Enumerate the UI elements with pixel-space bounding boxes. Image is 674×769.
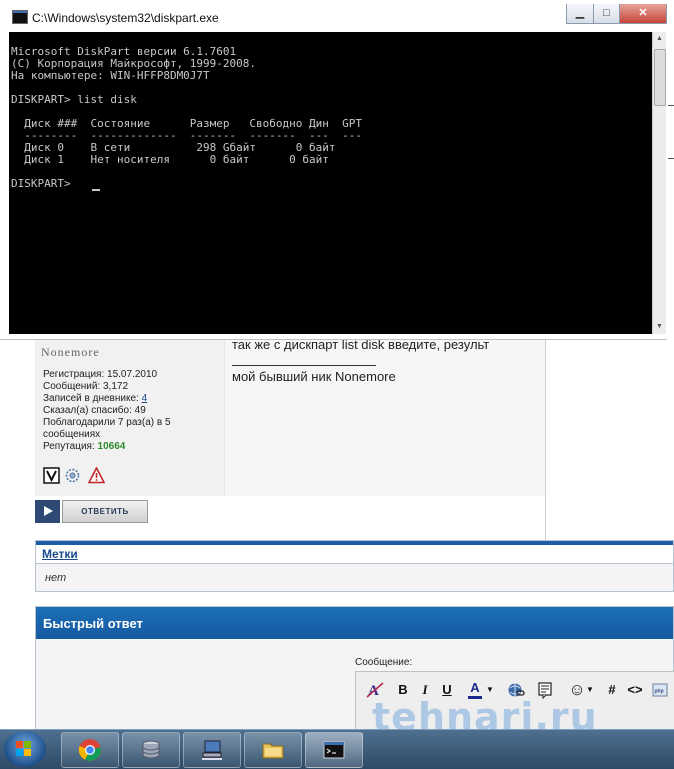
stat-thanks-given: Сказал(а) спасибо: 49	[43, 405, 146, 416]
folder-icon	[262, 743, 284, 759]
console-line: DISKPART> list disk	[11, 93, 137, 106]
user-nickname[interactable]: Nonemore	[41, 345, 100, 360]
taskbar	[0, 729, 674, 769]
chrome-icon	[78, 739, 101, 761]
database-icon	[142, 740, 160, 759]
stat-reputation: Репутация: 10664	[43, 441, 126, 452]
v-badge-icon[interactable]	[43, 467, 60, 484]
taskbar-explorer[interactable]	[244, 732, 302, 768]
edge-mark	[668, 158, 674, 159]
gear-spin-icon[interactable]	[64, 467, 81, 484]
scroll-up-icon[interactable]: ▲	[653, 32, 666, 46]
text-cursor	[92, 189, 100, 191]
maximize-button[interactable]: □	[593, 4, 620, 24]
stat-thanked-posts: сообщениях	[43, 429, 101, 440]
close-button[interactable]: ✕	[619, 4, 667, 24]
window-title: C:\Windows\system32\diskpart.exe	[32, 11, 219, 25]
console-line: На компьютере: WIN-HFFP8DM0J7T	[11, 69, 210, 82]
scroll-down-icon[interactable]: ▼	[653, 320, 666, 334]
scroll-thumb[interactable]	[654, 49, 666, 106]
tags-section: Метки нет	[35, 540, 674, 592]
window-frame-bottom	[0, 334, 667, 340]
quick-reply-title: Быстрый ответ	[43, 616, 143, 631]
code-hash-button[interactable]: #	[606, 680, 618, 700]
diary-count-link[interactable]: 4	[142, 393, 148, 404]
console-scrollbar[interactable]: ▲ ▼	[652, 32, 666, 334]
diskpart-window[interactable]: C:\Windows\system32\diskpart.exe ▁ □ ✕ M…	[0, 0, 667, 340]
taskbar-chrome[interactable]	[61, 732, 119, 768]
window-titlebar[interactable]: C:\Windows\system32\diskpart.exe ▁ □ ✕	[0, 0, 667, 32]
reply-button[interactable]: ОТВЕТИТЬ	[35, 500, 148, 523]
network-pc-icon	[202, 740, 222, 760]
edge-mark	[668, 105, 674, 106]
taskbar-network[interactable]	[183, 732, 241, 768]
html-code-button[interactable]: <>	[626, 680, 644, 700]
tags-value: нет	[45, 572, 67, 584]
caption-buttons: ▁ □ ✕	[566, 4, 667, 24]
tags-title-link[interactable]: Метки	[42, 547, 78, 561]
cmd-icon	[323, 741, 345, 759]
stat-registration: Регистрация: 15.07.2010	[43, 369, 158, 380]
popup-window-edge	[545, 330, 674, 546]
windows-logo-icon	[16, 741, 32, 757]
post-signature: мой бывший ник Nonemore	[232, 369, 396, 384]
console-output[interactable]: Microsoft DiskPart версии 6.1.7601 (C) К…	[9, 32, 652, 334]
console-prompt: DISKPART>	[11, 177, 78, 190]
start-orb[interactable]	[4, 731, 46, 767]
console-line: Диск 1 Нет носителя 0 байт 0 байт	[11, 153, 329, 166]
reply-button-label: ОТВЕТИТЬ	[62, 500, 148, 523]
stat-thanked: Поблагодарили 7 раз(а) в 5	[43, 417, 171, 428]
reply-arrow-icon	[35, 500, 60, 523]
quick-reply-header: Быстрый ответ	[36, 607, 673, 639]
php-icon[interactable]: php	[652, 680, 668, 700]
stat-messages: Сообщений: 3,172	[43, 381, 129, 392]
taskbar-cmd[interactable]	[305, 732, 363, 768]
taskbar-database[interactable]	[122, 732, 180, 768]
reputation-value: 10664	[97, 441, 126, 452]
warning-icon[interactable]	[88, 467, 105, 484]
tags-header: Метки	[36, 541, 673, 564]
window-frame-left	[0, 32, 9, 339]
console-app-icon[interactable]	[12, 10, 28, 24]
minimize-button[interactable]: ▁	[566, 4, 594, 24]
message-label: Сообщение:	[355, 657, 413, 668]
signature-divider	[232, 365, 376, 366]
svg-text:php: php	[655, 689, 664, 695]
stat-diary: Записей в дневнике: 4	[43, 393, 148, 404]
